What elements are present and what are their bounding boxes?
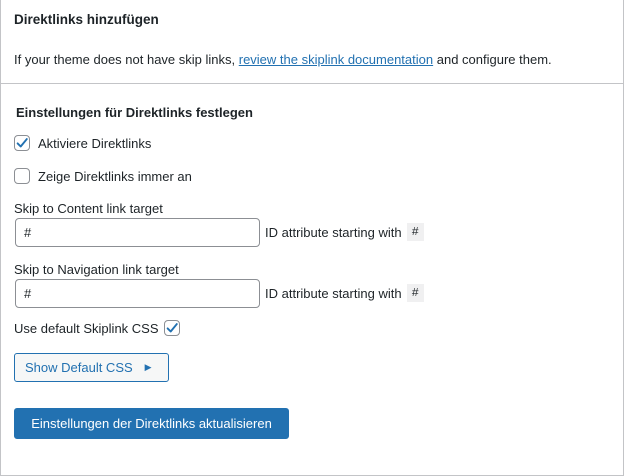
always-show-checkbox[interactable]: [14, 168, 30, 184]
content-target-hint-code: #: [406, 223, 424, 241]
enable-skiplinks-checkbox[interactable]: [14, 135, 30, 151]
update-settings-button[interactable]: Einstellungen der Direktlinks aktualisie…: [14, 408, 289, 439]
skiplink-documentation-link[interactable]: review the skiplink documentation: [239, 52, 433, 67]
content-target-hint: ID attribute starting with #: [265, 223, 424, 241]
enable-skiplinks-row: Aktiviere Direktlinks: [14, 135, 151, 151]
enable-skiplinks-label: Aktiviere Direktlinks: [38, 135, 152, 151]
triangle-right-icon: ▶: [144, 362, 152, 372]
navigation-target-hint: ID attribute starting with #: [265, 284, 424, 302]
always-show-label: Zeige Direktlinks immer an: [38, 168, 192, 184]
skiplinks-panel: Direktlinks hinzufügen If your theme doe…: [0, 0, 624, 476]
panel-header: Direktlinks hinzufügen If your theme doe…: [1, 0, 623, 84]
navigation-target-label: Skip to Navigation link target: [14, 262, 179, 277]
panel-title: Direktlinks hinzufügen: [14, 12, 159, 27]
default-css-checkbox[interactable]: [163, 320, 180, 336]
checkmark-icon: [16, 138, 28, 148]
default-css-row: Use default Skiplink CSS: [14, 320, 180, 336]
show-default-css-button[interactable]: Show Default CSS ▶: [14, 353, 169, 382]
checkmark-icon: [166, 323, 178, 333]
always-show-row: Zeige Direktlinks immer an: [14, 168, 192, 184]
content-target-hint-text: ID attribute starting with: [265, 224, 402, 240]
default-css-label: Use default Skiplink CSS: [14, 320, 159, 336]
content-target-input[interactable]: #: [15, 218, 260, 247]
navigation-target-hint-text: ID attribute starting with: [265, 285, 402, 301]
section-title: Einstellungen für Direktlinks festlegen: [16, 105, 253, 120]
description-suffix: and configure them.: [433, 52, 552, 67]
description-prefix: If your theme does not have skip links,: [14, 52, 239, 67]
panel-description: If your theme does not have skip links, …: [14, 52, 552, 67]
show-default-css-label: Show Default CSS: [25, 360, 133, 375]
navigation-target-hint-code: #: [406, 284, 424, 302]
content-target-label: Skip to Content link target: [14, 201, 163, 216]
navigation-target-input[interactable]: #: [15, 279, 260, 308]
